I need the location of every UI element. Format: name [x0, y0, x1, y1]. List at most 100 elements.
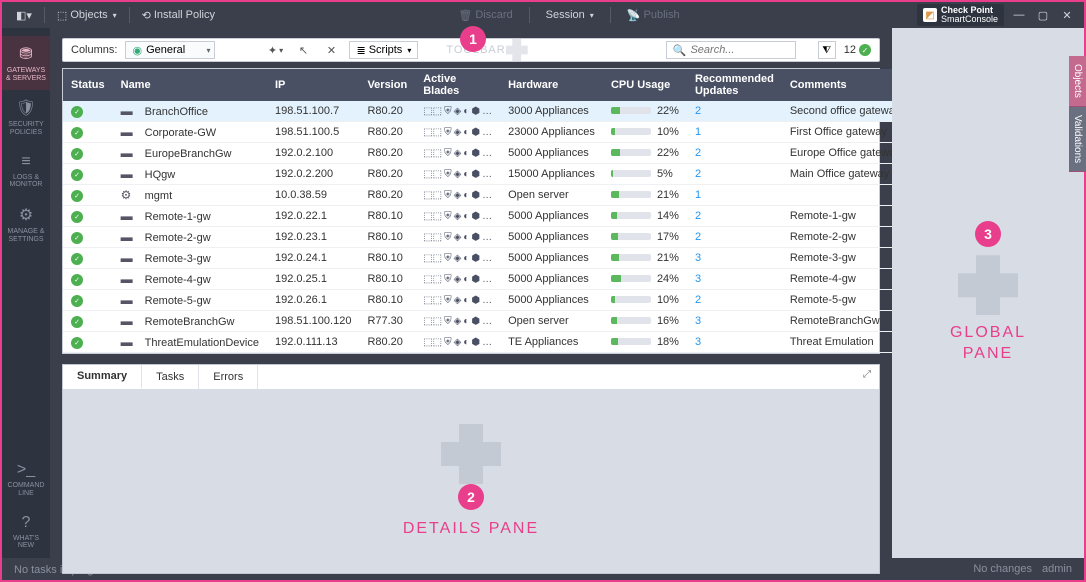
active-blades-icons: ⬚⬚⛨◈◐⬢…	[423, 253, 492, 264]
comments-cell: RemoteBranchGw	[782, 311, 909, 332]
table-row[interactable]: ✓ ▬Remote-3-gw 192.0.24.1 R80.10 ⬚⬚⛨◈◐⬢……	[63, 248, 909, 269]
cpu-bar	[611, 191, 651, 198]
cpu-bar	[611, 170, 651, 177]
sidebar-item-logs[interactable]: ≡LOGS & MONITOR	[2, 145, 50, 197]
updates-link[interactable]: 2	[695, 147, 701, 159]
table-row[interactable]: ✓ ▬HQgw 192.0.2.200 R80.20 ⬚⬚⛨◈◐⬢… 15000…	[63, 164, 909, 185]
gateway-name: Corporate-GW	[145, 127, 217, 139]
sidebar-item-security[interactable]: 🛡SECURITY POLICIES	[2, 90, 50, 144]
updates-link[interactable]: 3	[695, 252, 701, 264]
hardware-cell: 3000 Appliances	[500, 101, 603, 122]
column-header[interactable]: Active Blades	[415, 69, 500, 101]
column-header[interactable]: CPU Usage	[603, 69, 687, 101]
column-header[interactable]: Name	[113, 69, 267, 101]
table-row[interactable]: ✓ ▬Remote-4-gw 192.0.25.1 R80.10 ⬚⬚⛨◈◐⬢……	[63, 269, 909, 290]
install-policy-button[interactable]: ⟲ Install Policy	[136, 7, 221, 24]
sidebar-item-manage[interactable]: ⚙MANAGE & SETTINGS	[2, 197, 50, 251]
details-tab-tasks[interactable]: Tasks	[142, 365, 199, 389]
gateway-icon: ▬	[121, 104, 139, 118]
version-cell: R80.10	[359, 290, 415, 311]
cpu-value: 10%	[657, 294, 679, 306]
table-row[interactable]: ✓ ⚙mgmt 10.0.38.59 R80.20 ⬚⬚⛨◈◐⬢… Open s…	[63, 185, 909, 206]
table-row[interactable]: ✓ ▬ThreatEmulationDevice 192.0.111.13 R8…	[63, 332, 909, 353]
edit-tool-icon[interactable]: ↖	[293, 40, 313, 60]
scripts-button[interactable]: ≣ Scripts	[349, 41, 418, 59]
annotation-badge-3: 3	[975, 221, 1001, 247]
updates-link[interactable]: 3	[695, 273, 701, 285]
maximize-button[interactable]: ▢	[1034, 8, 1052, 22]
details-collapse-icon[interactable]: ⤢	[855, 365, 879, 389]
gateway-name: EuropeBranchGw	[145, 148, 232, 160]
columns-select[interactable]: ◉General	[125, 41, 215, 59]
table-row[interactable]: ✓ ▬Remote-2-gw 192.0.23.1 R80.10 ⬚⬚⛨◈◐⬢……	[63, 227, 909, 248]
close-button[interactable]: ✕	[1058, 8, 1076, 22]
updates-link[interactable]: 3	[695, 315, 701, 327]
updates-link[interactable]: 2	[695, 105, 701, 117]
sidebar-item-whatsnew[interactable]: ?WHAT'S NEW	[2, 506, 50, 558]
hardware-cell: Open server	[500, 311, 603, 332]
table-row[interactable]: ✓ ▬RemoteBranchGw 198.51.100.120 R77.30 …	[63, 311, 909, 332]
table-row[interactable]: ✓ ▬EuropeBranchGw 192.0.2.100 R80.20 ⬚⬚⛨…	[63, 143, 909, 164]
ip-cell: 198.51.100.7	[267, 101, 359, 122]
updates-link[interactable]: 2	[695, 231, 701, 243]
details-tab-summary[interactable]: Summary	[63, 365, 142, 389]
updates-link[interactable]: 1	[695, 126, 701, 138]
objects-menu[interactable]: ⬚ Objects	[51, 7, 123, 24]
updates-link[interactable]: 3	[695, 336, 701, 348]
right-tab-objects[interactable]: Objects	[1069, 56, 1086, 107]
hardware-cell: 5000 Appliances	[500, 143, 603, 164]
updates-link[interactable]: 1	[695, 189, 701, 201]
user-menu[interactable]: admin	[1042, 563, 1072, 575]
publish-button[interactable]: 📡 Publish	[621, 7, 686, 24]
session-menu[interactable]: Session	[540, 7, 600, 23]
search-input[interactable]: 🔍	[666, 41, 796, 59]
status-ok-icon: ✓	[71, 337, 83, 349]
gateway-name: Remote-1-gw	[145, 211, 211, 223]
whatsnew-icon: ?	[22, 514, 31, 532]
sidebar-item-gateways[interactable]: ⛃GATEWAYS & SERVERS	[2, 36, 50, 90]
ip-cell: 192.0.2.200	[267, 164, 359, 185]
column-header[interactable]: Recommended Updates	[687, 69, 782, 101]
version-cell: R80.20	[359, 101, 415, 122]
version-cell: R80.10	[359, 269, 415, 290]
table-row[interactable]: ✓ ▬Remote-5-gw 192.0.26.1 R80.10 ⬚⬚⛨◈◐⬢……	[63, 290, 909, 311]
comments-cell: Remote-1-gw	[782, 206, 909, 227]
status-ok-icon: ✓	[71, 274, 83, 286]
columns-label: Columns:	[71, 44, 117, 56]
column-header[interactable]: IP	[267, 69, 359, 101]
gateway-icon: ▬	[121, 209, 139, 223]
ip-cell: 198.51.100.120	[267, 311, 359, 332]
check-icon: ✓	[859, 44, 871, 56]
delete-tool-icon[interactable]: ✕	[321, 40, 341, 60]
right-tab-validations[interactable]: Validations	[1069, 107, 1086, 172]
details-tab-errors[interactable]: Errors	[199, 365, 258, 389]
column-header[interactable]: Version	[359, 69, 415, 101]
table-row[interactable]: ✓ ▬BranchOffice 198.51.100.7 R80.20 ⬚⬚⛨◈…	[63, 101, 909, 122]
hardware-cell: TE Appliances	[500, 332, 603, 353]
discard-button[interactable]: 🗑 Discard	[452, 7, 518, 24]
column-header[interactable]: Status	[63, 69, 113, 101]
gateway-name: Remote-2-gw	[145, 232, 211, 244]
status-ok-icon: ✓	[71, 127, 83, 139]
gateway-icon: ▬	[121, 272, 139, 286]
column-header[interactable]: Comments	[782, 69, 909, 101]
updates-link[interactable]: 2	[695, 210, 701, 222]
divider	[610, 7, 611, 23]
new-button[interactable]: ✦	[265, 40, 285, 60]
comments-cell: Europe Office gateway	[782, 143, 909, 164]
cpu-bar	[611, 128, 651, 135]
status-ok-icon: ✓	[71, 190, 83, 202]
comments-cell: Remote-3-gw	[782, 248, 909, 269]
divider	[129, 7, 130, 23]
updates-link[interactable]: 2	[695, 168, 701, 180]
filter-button[interactable]: ⧨	[818, 41, 836, 59]
column-header[interactable]: Hardware	[500, 69, 603, 101]
table-row[interactable]: ✓ ▬Corporate-GW 198.51.100.5 R80.20 ⬚⬚⛨◈…	[63, 122, 909, 143]
minimize-button[interactable]: —	[1010, 8, 1028, 22]
table-row[interactable]: ✓ ▬Remote-1-gw 192.0.22.1 R80.10 ⬚⬚⛨◈◐⬢……	[63, 206, 909, 227]
app-menu-icon[interactable]: ◧▾	[10, 7, 38, 24]
version-cell: R80.10	[359, 227, 415, 248]
sidebar-item-cmd[interactable]: >_COMMAND LINE	[2, 453, 50, 505]
updates-link[interactable]: 2	[695, 294, 701, 306]
manage-icon: ⚙	[19, 205, 33, 225]
